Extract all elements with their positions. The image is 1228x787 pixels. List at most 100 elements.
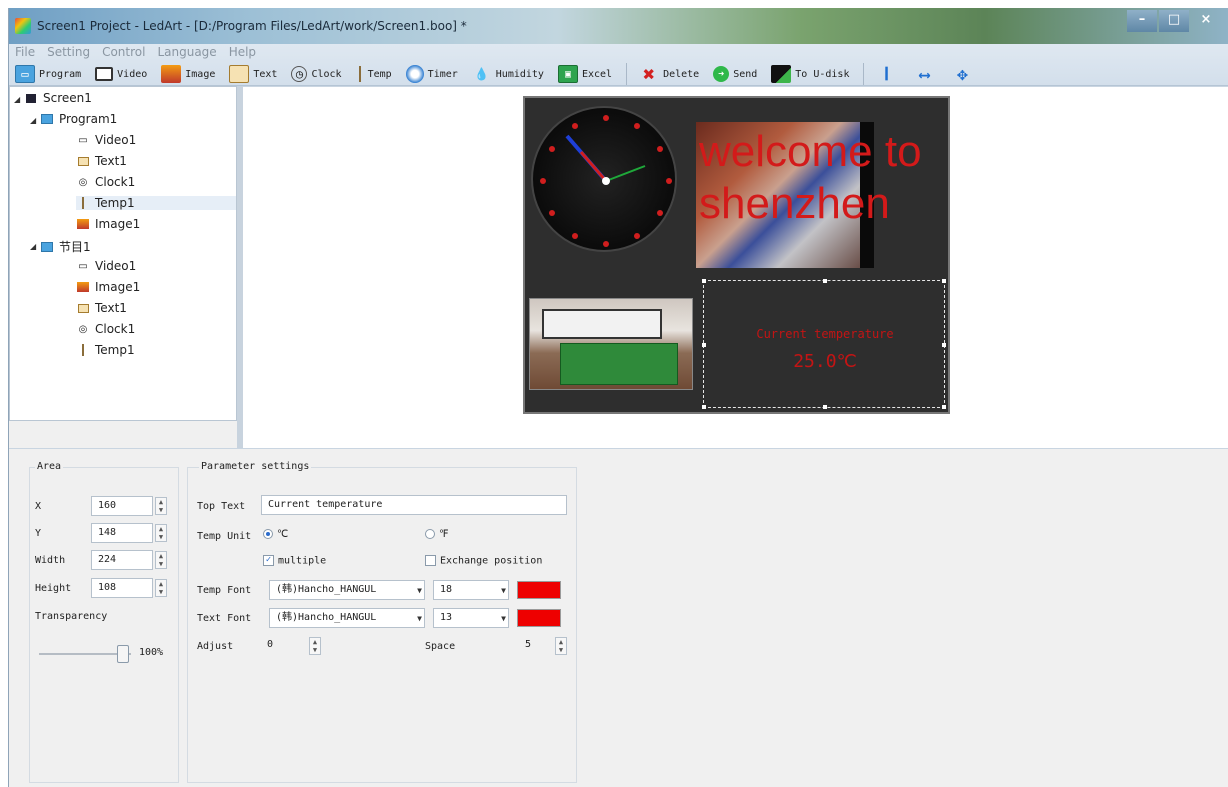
align-horizontal-button[interactable]: ⟷ xyxy=(914,65,938,84)
video-widget[interactable] xyxy=(529,298,693,390)
temp-color-swatch[interactable] xyxy=(517,581,561,599)
exchange-position-checkbox[interactable]: Exchange position xyxy=(425,555,542,567)
text-icon xyxy=(76,154,90,168)
tree-item[interactable]: ▭ Video1 xyxy=(76,259,136,273)
clock-button[interactable]: ◷ Clock xyxy=(291,66,342,82)
temp-font-select[interactable]: (韩)Hancho_HANGUL ▼ xyxy=(269,580,425,600)
toolbar-separator xyxy=(626,63,628,85)
unit-celsius-radio[interactable]: ℃ xyxy=(263,529,288,540)
program-button[interactable]: ▭ Program xyxy=(15,65,81,83)
tree-screen1[interactable]: Screen1 xyxy=(24,91,92,105)
checkbox-icon xyxy=(425,555,436,566)
top-text-field[interactable]: Current temperature xyxy=(261,495,567,515)
tree-program1[interactable]: Program1 xyxy=(40,112,117,126)
text-button[interactable]: Text xyxy=(229,65,277,83)
height-field[interactable]: 108 xyxy=(91,578,153,598)
maximize-button[interactable]: □ xyxy=(1159,10,1189,32)
tree-item[interactable]: Text1 xyxy=(76,154,127,168)
x-label: X xyxy=(35,501,42,512)
menu-control[interactable]: Control xyxy=(102,45,145,59)
temp-font-size-select[interactable]: 18 ▼ xyxy=(433,580,509,600)
space-spinner[interactable]: ▲ ▼ xyxy=(555,637,567,655)
menu-bar: File Setting Control Language Help ▭ Pro… xyxy=(9,44,1228,86)
align-vertical-button[interactable]: Ⅰ xyxy=(876,64,900,85)
clock-widget[interactable] xyxy=(531,106,677,252)
transparency-slider-thumb[interactable] xyxy=(117,645,129,663)
image-button[interactable]: Image xyxy=(161,65,215,83)
send-button[interactable]: ➜ Send xyxy=(713,66,757,82)
program-icon: ▭ xyxy=(15,65,35,83)
menu-language[interactable]: Language xyxy=(157,45,216,59)
tree-item[interactable]: Temp1 xyxy=(76,343,135,357)
x-field[interactable]: 160 xyxy=(91,496,153,516)
humidity-button[interactable]: 💧 Humidity xyxy=(472,65,544,83)
tree-item[interactable]: Image1 xyxy=(76,280,140,294)
height-spinner[interactable]: ▲ ▼ xyxy=(155,579,167,597)
expand-arrow-icon[interactable]: ◢ xyxy=(30,116,36,125)
title-bar: Screen1 Project - LedArt - [D:/Program F… xyxy=(9,8,1228,44)
resize-handle[interactable] xyxy=(702,405,706,409)
clock-face xyxy=(540,115,672,247)
minimize-button[interactable]: – xyxy=(1127,10,1157,32)
menu-setting[interactable]: Setting xyxy=(47,45,90,59)
temp-caption: Current temperature xyxy=(756,327,894,341)
temp-icon xyxy=(356,65,364,83)
tree-item[interactable]: ◎ Clock1 xyxy=(76,175,136,189)
x-spinner[interactable]: ▲ ▼ xyxy=(155,497,167,515)
tree-program2[interactable]: 节目1 xyxy=(40,238,91,255)
space-label: Space xyxy=(425,641,456,652)
delete-button[interactable]: ✖ Delete xyxy=(639,62,699,86)
udisk-button[interactable]: To U-disk xyxy=(771,65,849,83)
radio-icon xyxy=(425,529,435,539)
timer-icon xyxy=(405,65,424,83)
multiple-checkbox[interactable]: ✓ multiple xyxy=(263,555,326,567)
expand-arrow-icon[interactable]: ◢ xyxy=(14,95,20,104)
align-center-button[interactable]: ✥ xyxy=(952,64,976,85)
tree-item-selected[interactable]: Temp1 xyxy=(76,196,236,210)
temp-button[interactable]: Temp xyxy=(356,65,392,83)
welcome-text[interactable]: welcome to shenzhen xyxy=(699,126,949,230)
y-field[interactable]: 148 xyxy=(91,523,153,543)
adjust-spinner[interactable]: ▲ ▼ xyxy=(309,637,321,655)
tree-item[interactable]: ▭ Video1 xyxy=(76,133,136,147)
width-spinner[interactable]: ▲ ▼ xyxy=(155,551,167,569)
expand-arrow-icon[interactable]: ◢ xyxy=(30,242,36,251)
image-icon xyxy=(161,65,182,83)
excel-button[interactable]: ▣ Excel xyxy=(557,65,612,83)
video-icon: ▭ xyxy=(78,260,88,272)
temp-widget[interactable]: Current temperature 25.0℃ xyxy=(702,279,946,409)
text-font-select[interactable]: (韩)Hancho_HANGUL ▼ xyxy=(269,608,425,628)
delete-icon: ✖ xyxy=(643,62,656,86)
app-window: Screen1 Project - LedArt - [D:/Program F… xyxy=(8,8,1228,787)
menu-file[interactable]: File xyxy=(15,45,35,59)
tree-item[interactable]: Text1 xyxy=(76,301,127,315)
width-field[interactable]: 224 xyxy=(91,550,153,570)
menu-help[interactable]: Help xyxy=(229,45,256,59)
transparency-value: 100% xyxy=(139,647,164,658)
resize-handle[interactable] xyxy=(823,279,827,283)
resize-handle[interactable] xyxy=(942,405,946,409)
resize-handle[interactable] xyxy=(702,279,706,283)
tree-item[interactable]: Image1 xyxy=(76,217,140,231)
resize-handle[interactable] xyxy=(942,343,946,347)
radio-selected-icon xyxy=(263,529,273,539)
text-color-swatch[interactable] xyxy=(517,609,561,627)
text-font-size-select[interactable]: 13 ▼ xyxy=(433,608,509,628)
space-field[interactable]: 5 xyxy=(519,636,549,656)
timer-button[interactable]: Timer xyxy=(405,65,458,83)
resize-handle[interactable] xyxy=(823,405,827,409)
resize-handle[interactable] xyxy=(942,279,946,283)
y-spinner[interactable]: ▲ ▼ xyxy=(155,524,167,542)
temp-icon xyxy=(76,196,90,210)
video-button[interactable]: Video xyxy=(95,67,147,81)
tree-item[interactable]: ◎ Clock1 xyxy=(76,322,136,336)
y-label: Y xyxy=(35,528,42,539)
toolbar: ▭ Program Video Image Text ◷ Clock Temp … xyxy=(15,62,990,86)
adjust-field[interactable]: 0 xyxy=(261,636,301,656)
resize-handle[interactable] xyxy=(702,343,706,347)
properties-panel: Area X 160 ▲ ▼ Y 148 ▲ ▼ Width 224 ▲ ▼ Heig… xyxy=(9,448,1228,787)
unit-fahrenheit-radio[interactable]: ℉ xyxy=(425,529,449,540)
chevron-down-icon: ▼ xyxy=(501,586,506,595)
toolbar-separator-2 xyxy=(863,63,865,85)
close-button[interactable]: × xyxy=(1191,10,1221,32)
